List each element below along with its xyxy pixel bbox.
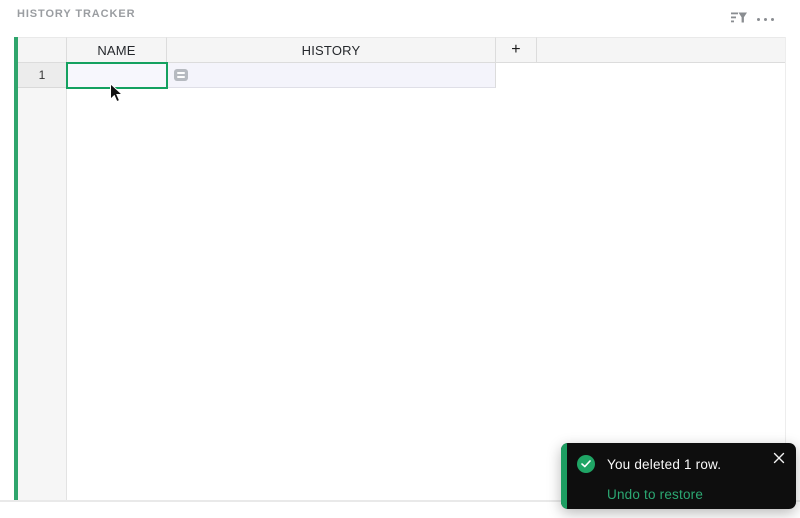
- history-cell[interactable]: [167, 63, 496, 88]
- toast-notification: You deleted 1 row. Undo to restore: [561, 443, 796, 509]
- undo-link[interactable]: Undo to restore: [607, 487, 703, 502]
- row-number-header-cell: [18, 37, 67, 63]
- table-left-accent-bar: [14, 37, 18, 500]
- close-icon: [773, 451, 785, 469]
- toast-message: You deleted 1 row.: [607, 457, 721, 472]
- filter-icon: [730, 9, 748, 30]
- add-column-button[interactable]: +: [496, 37, 537, 63]
- toast-accent-strip: [561, 443, 567, 509]
- column-header-history[interactable]: HISTORY: [167, 37, 496, 63]
- expand-record-icon[interactable]: [174, 69, 188, 81]
- mouse-cursor-icon: [109, 83, 124, 109]
- more-icon: [757, 18, 774, 21]
- header-spacer-cell: [537, 37, 786, 63]
- more-menu-button[interactable]: [754, 9, 776, 29]
- column-header-name[interactable]: NAME: [67, 37, 167, 63]
- check-icon: [577, 455, 595, 473]
- filter-button[interactable]: [728, 9, 750, 29]
- close-button[interactable]: [771, 452, 787, 468]
- row-number-column: [18, 63, 67, 500]
- table-right-border: [785, 37, 786, 500]
- row-number-cell[interactable]: 1: [18, 63, 67, 88]
- page-title: HISTORY TRACKER: [17, 8, 135, 20]
